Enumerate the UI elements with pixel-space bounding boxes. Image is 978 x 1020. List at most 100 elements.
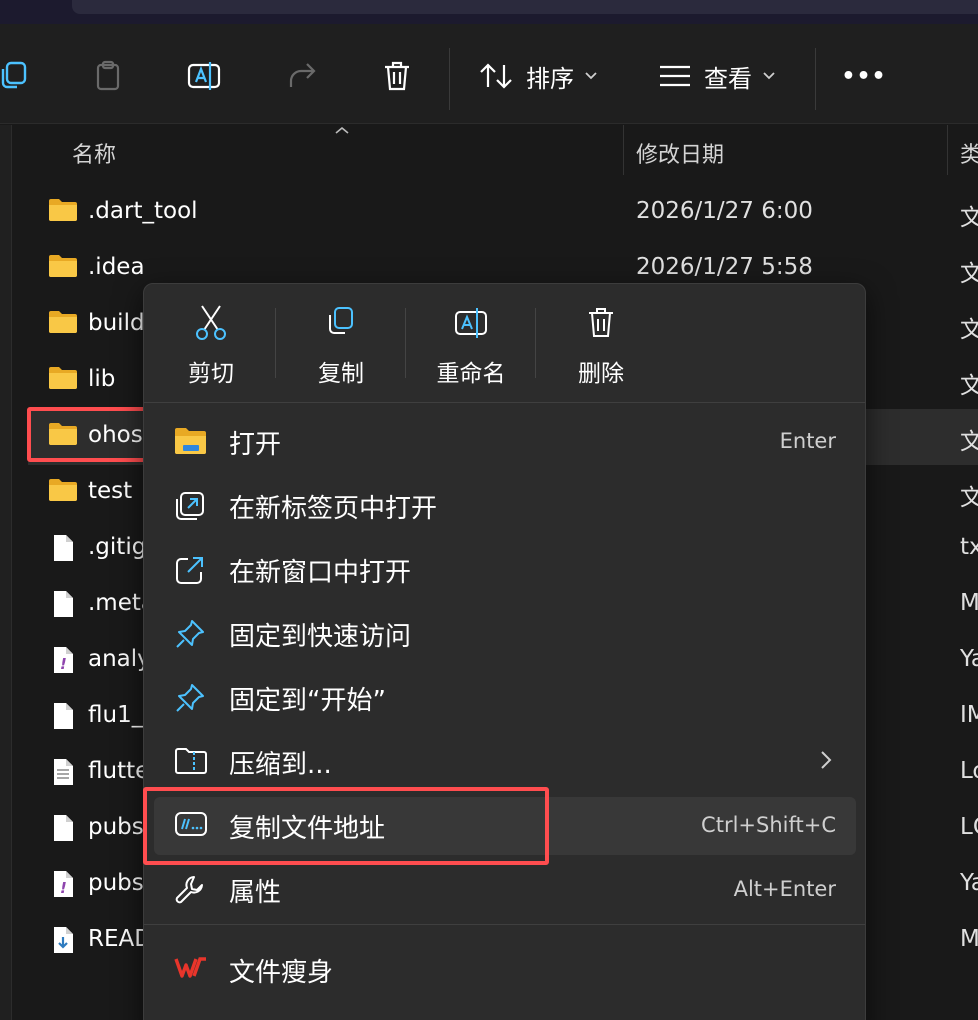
context-menu: 剪切 复制 重命名 删除 打开 Enter 在新标签页中打开 在新窗口中打开 固定到快速…: [143, 283, 866, 1020]
pin-icon: [174, 618, 206, 654]
chevron-down-icon: [763, 72, 775, 80]
menu-divider: [144, 924, 865, 925]
markdown-file-icon: [48, 925, 78, 959]
menu-item-label: 在新标签页中打开: [229, 494, 438, 524]
view-icon: [660, 65, 690, 87]
file-icon: [48, 589, 78, 623]
text-file-icon: [48, 757, 78, 791]
chevron-down-icon: [585, 72, 597, 80]
file-row[interactable]: .dart_tool 2026/1/27 6:00 文: [28, 185, 978, 241]
file-type: tx: [960, 534, 978, 560]
share-icon[interactable]: [282, 50, 322, 102]
copy-button[interactable]: 复制: [276, 304, 406, 394]
wrench-icon: [174, 874, 206, 910]
file-icon: [48, 813, 78, 847]
copy-label: 复制: [318, 361, 364, 387]
file-type: 文: [960, 317, 978, 343]
pin-icon: [174, 682, 206, 718]
column-header-type[interactable]: 类: [960, 137, 978, 169]
title-bar: [0, 0, 978, 24]
file-name: flutte: [88, 758, 150, 784]
chevron-right-icon: [820, 750, 832, 774]
menu-item-label: 在新窗口中打开: [229, 558, 412, 588]
new-window-icon: [174, 554, 206, 590]
address-bar[interactable]: [72, 0, 978, 14]
toolbar-divider: [449, 48, 450, 110]
paste-icon[interactable]: [88, 50, 128, 102]
menu-divider: [144, 402, 865, 403]
file-type: LC: [960, 814, 978, 840]
zip-icon: [174, 746, 208, 780]
navigation-pane-edge: [0, 125, 12, 1020]
folder-icon: [48, 365, 78, 395]
rename-button[interactable]: 重命名: [406, 304, 536, 394]
shortcut-hint: Ctrl+Shift+C: [701, 813, 836, 837]
scissors-icon: [196, 305, 226, 340]
highlight-box-copy-path: [143, 787, 549, 865]
menu-item-compress-to[interactable]: 压缩到...: [154, 733, 856, 791]
menu-item-open-new-window[interactable]: 在新窗口中打开: [154, 541, 856, 599]
file-type: 文: [960, 373, 978, 399]
sort-button[interactable]: 排序: [478, 50, 598, 102]
cut-label: 剪切: [188, 361, 234, 387]
delete-label: 删除: [578, 361, 624, 387]
file-type: 文: [960, 261, 978, 287]
menu-item-label: 固定到快速访问: [229, 622, 412, 652]
file-type: Ya: [960, 646, 978, 672]
file-type: M: [960, 926, 978, 952]
rename-icon[interactable]: [184, 50, 224, 102]
menu-item-pin-start[interactable]: 固定到“开始”: [154, 669, 856, 727]
copy-icon[interactable]: [0, 50, 36, 102]
yaml-file-icon: !: [48, 869, 78, 903]
menu-item-label: 压缩到...: [229, 750, 332, 780]
folder-icon: [48, 477, 78, 507]
file-name: .dart_tool: [88, 198, 198, 224]
sort-label: 排序: [526, 64, 574, 93]
file-icon: [48, 701, 78, 735]
file-name: analy: [88, 646, 151, 672]
file-type: Lo: [960, 758, 978, 784]
file-name: lib: [88, 366, 116, 392]
cut-button[interactable]: 剪切: [146, 304, 276, 394]
folder-icon: [48, 253, 78, 283]
file-icon: [48, 533, 78, 567]
view-label: 查看: [704, 64, 752, 93]
menu-item-properties[interactable]: 属性 Alt+Enter: [154, 861, 856, 919]
menu-item-label: 文件瘦身: [229, 958, 334, 988]
folder-icon: [48, 309, 78, 339]
file-name: build: [88, 310, 145, 336]
file-modified-date: 2026/1/27 5:58: [636, 254, 813, 280]
file-name: pubs: [88, 870, 144, 896]
file-type: IM: [960, 702, 978, 728]
copy-icon: [329, 307, 353, 334]
file-type: 文: [960, 485, 978, 511]
menu-item-open[interactable]: 打开 Enter: [154, 413, 856, 471]
column-divider[interactable]: [623, 125, 624, 175]
file-name: .idea: [88, 254, 145, 280]
file-type: 文: [960, 429, 978, 455]
menu-item-open-new-tab[interactable]: 在新标签页中打开: [154, 477, 856, 535]
file-name: .gitig: [88, 534, 147, 560]
sort-caret-icon: [335, 126, 349, 134]
shortcut-hint: Enter: [779, 429, 836, 453]
new-tab-icon: [174, 490, 206, 526]
column-divider[interactable]: [947, 125, 948, 175]
menu-item-file-slim[interactable]: 文件瘦身: [154, 941, 856, 999]
menu-item-pin-quick-access[interactable]: 固定到快速访问: [154, 605, 856, 663]
view-button[interactable]: 查看: [658, 50, 776, 102]
trash-icon: [589, 308, 613, 337]
highlight-box-ohos: [27, 407, 161, 462]
more-options-button[interactable]: •••: [841, 50, 885, 102]
column-header-name[interactable]: 名称: [72, 137, 116, 169]
menu-item-label: 打开: [229, 430, 282, 460]
file-name: test: [88, 478, 133, 504]
menu-item-label: 固定到“开始”: [229, 686, 386, 716]
delete-button[interactable]: 删除: [536, 304, 666, 394]
rename-icon: [455, 308, 487, 338]
file-name: pubs: [88, 814, 144, 840]
file-name: flu1_: [88, 702, 144, 728]
column-header-modified[interactable]: 修改日期: [636, 137, 724, 169]
file-modified-date: 2026/1/27 6:00: [636, 198, 813, 224]
delete-icon[interactable]: [377, 50, 417, 102]
svg-text:!: !: [60, 879, 67, 897]
